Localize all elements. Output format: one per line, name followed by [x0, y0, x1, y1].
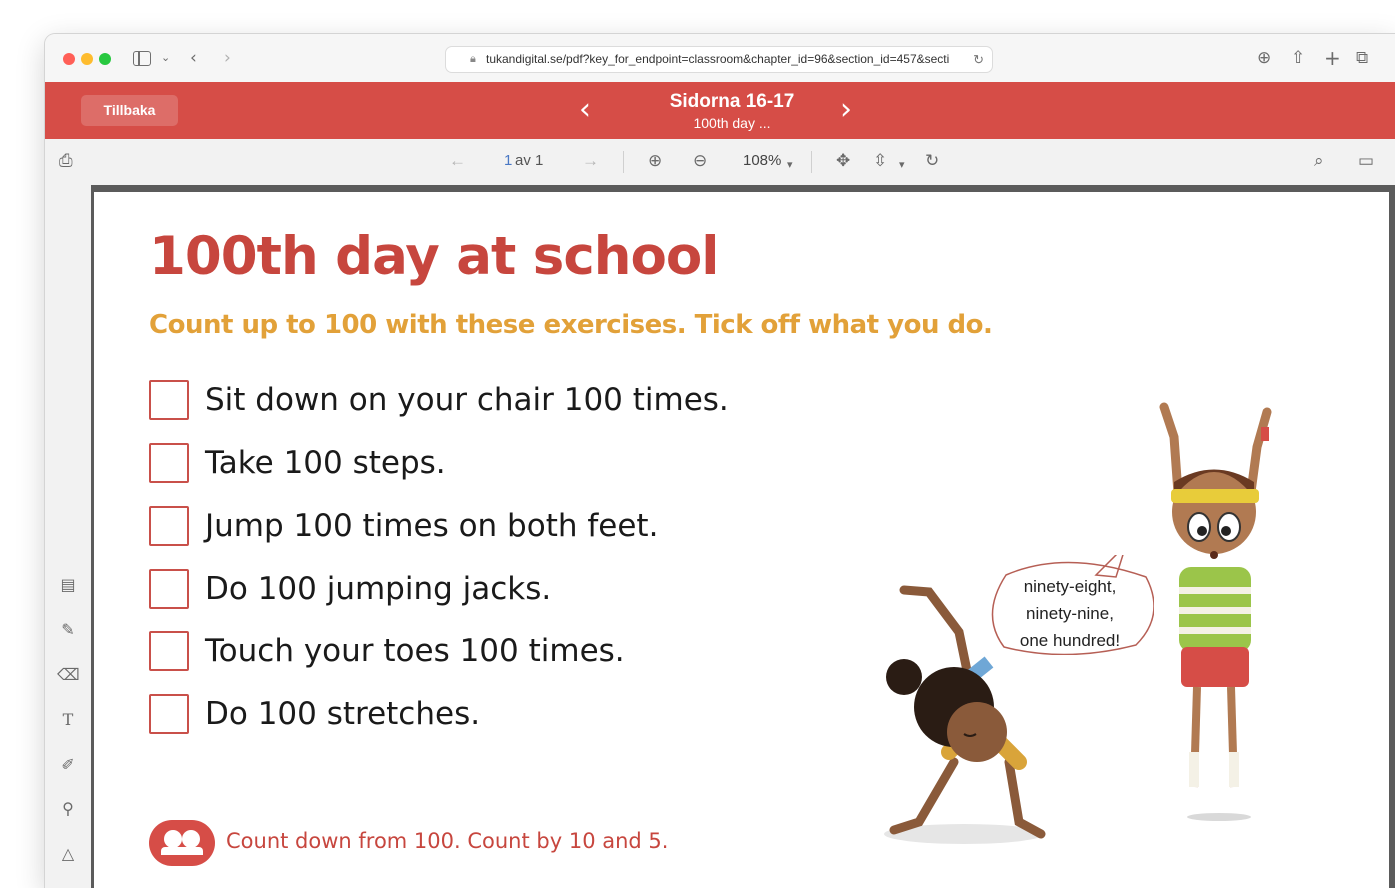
- pencil-icon[interactable]: ✎: [57, 620, 79, 639]
- zoom-select[interactable]: 108%: [743, 152, 781, 169]
- fit-page-icon[interactable]: ⇳: [873, 150, 887, 172]
- zoom-window-button[interactable]: [99, 53, 111, 65]
- minimize-window-button[interactable]: [81, 53, 93, 65]
- task-item: Do 100 jumping jacks.: [149, 567, 551, 611]
- speech-line: ninety-eight,: [1023, 577, 1117, 596]
- task-checkbox[interactable]: [149, 443, 189, 483]
- page-number-input[interactable]: 1: [504, 152, 512, 169]
- task-label: Sit down on your chair 100 times.: [205, 382, 729, 418]
- tabs-overview-icon[interactable]: ⧉: [1356, 46, 1368, 70]
- prev-page-arrow-icon[interactable]: ←: [449, 150, 466, 172]
- pan-tool-icon[interactable]: ✥: [836, 150, 850, 172]
- task-checkbox[interactable]: [149, 506, 189, 546]
- speech-line: one hundred!: [1019, 631, 1121, 650]
- close-window-button[interactable]: [63, 53, 75, 65]
- zoom-dropdown-icon[interactable]: ▾: [787, 154, 793, 176]
- header-title: Sidorna 16-17: [669, 91, 795, 112]
- zoom-out-icon[interactable]: ⊖: [693, 150, 707, 172]
- pdf-page: 100th day at school Count up to 100 with…: [94, 192, 1389, 888]
- task-label: Jump 100 times on both feet.: [205, 508, 659, 544]
- sidebar-icon[interactable]: [133, 51, 151, 66]
- print-icon[interactable]: ⎙: [59, 150, 73, 172]
- header-subtitle: 100th day ...: [693, 115, 771, 131]
- toolbar-divider: [623, 151, 624, 173]
- search-icon[interactable]: ⌕: [1314, 150, 1324, 172]
- task-item: Touch your toes 100 times.: [149, 629, 625, 673]
- comment-icon[interactable]: ▤: [57, 575, 79, 594]
- new-tab-icon[interactable]: +: [1324, 46, 1341, 70]
- pair-task-text: Count down from 100. Count by 10 and 5.: [226, 829, 669, 853]
- task-label: Do 100 stretches.: [205, 696, 481, 732]
- address-bar[interactable]: 🔒︎ tukandigital.se/pdf?key_for_endpoint=…: [445, 46, 993, 73]
- page-title: 100th day at school: [149, 226, 719, 287]
- task-item: Take 100 steps.: [149, 441, 446, 485]
- highlighter-icon[interactable]: ✐: [57, 755, 79, 774]
- task-checkbox[interactable]: [149, 694, 189, 734]
- eraser-icon[interactable]: ⌫: [57, 665, 80, 684]
- back-button[interactable]: Tillbaka: [81, 95, 178, 126]
- annotation-toolbar: ▤ ✎ ⌫ T ✐ ⚲ △ ▣: [45, 185, 91, 888]
- rotate-icon[interactable]: ↻: [925, 150, 939, 172]
- url-text: tukandigital.se/pdf?key_for_endpoint=cla…: [486, 52, 950, 66]
- chevron-right-icon[interactable]: ›: [224, 46, 231, 70]
- task-checkbox[interactable]: [149, 380, 189, 420]
- task-label: Take 100 steps.: [205, 445, 446, 481]
- download-icon[interactable]: ⊕: [1257, 46, 1271, 70]
- boy-jumping-illustration: [1159, 402, 1272, 821]
- task-label: Touch your toes 100 times.: [205, 633, 625, 669]
- fit-dropdown-icon[interactable]: ▾: [899, 154, 905, 176]
- browser-toolbar: ⌄ ‹ › 🔒︎ tukandigital.se/pdf?key_for_end…: [45, 34, 1395, 83]
- task-item: Sit down on your chair 100 times.: [149, 378, 729, 422]
- page-count: av 1: [515, 152, 544, 169]
- pair-work-icon: [149, 820, 215, 866]
- task-label: Do 100 jumping jacks.: [205, 571, 552, 607]
- pdf-viewport[interactable]: 100th day at school Count up to 100 with…: [91, 185, 1395, 888]
- pdf-toolbar: ⎙ ← 1 av 1 → ⊕ ⊖ 108% ▾ ✥ ⇳ ▾ ↻ ⌕ ▭: [45, 139, 1395, 185]
- lock-icon: 🔒︎: [470, 53, 476, 65]
- chevron-left-icon[interactable]: ‹: [190, 46, 197, 70]
- app-header: Tillbaka ‹ Sidorna 16-17 100th day ... ›: [45, 82, 1395, 139]
- task-item: Jump 100 times on both feet.: [149, 504, 658, 548]
- task-checkbox[interactable]: [149, 569, 189, 609]
- toolbar-divider: [811, 151, 812, 173]
- reload-icon[interactable]: ↻: [973, 47, 984, 72]
- zoom-in-icon[interactable]: ⊕: [648, 150, 662, 172]
- text-tool-icon[interactable]: T: [57, 710, 79, 729]
- next-page-arrow-icon[interactable]: →: [582, 150, 599, 172]
- shapes-icon[interactable]: △: [57, 844, 79, 863]
- page-subtitle: Count up to 100 with these exercises. Ti…: [149, 310, 993, 340]
- browser-window: ⌄ ‹ › 🔒︎ tukandigital.se/pdf?key_for_end…: [45, 34, 1395, 888]
- panel-toggle-icon[interactable]: ▭: [1358, 150, 1374, 172]
- task-item: Do 100 stretches.: [149, 692, 480, 736]
- previous-page-icon[interactable]: ‹: [579, 92, 591, 128]
- chevron-down-icon[interactable]: ⌄: [161, 46, 170, 70]
- speech-bubble: ninety-eight, ninety-nine, one hundred!: [986, 555, 1154, 655]
- next-page-icon[interactable]: ›: [840, 92, 852, 128]
- task-checkbox[interactable]: [149, 631, 189, 671]
- stamp-icon[interactable]: ⚲: [57, 799, 79, 818]
- share-icon[interactable]: ⇧: [1291, 46, 1305, 70]
- speech-line: ninety-nine,: [1026, 604, 1114, 623]
